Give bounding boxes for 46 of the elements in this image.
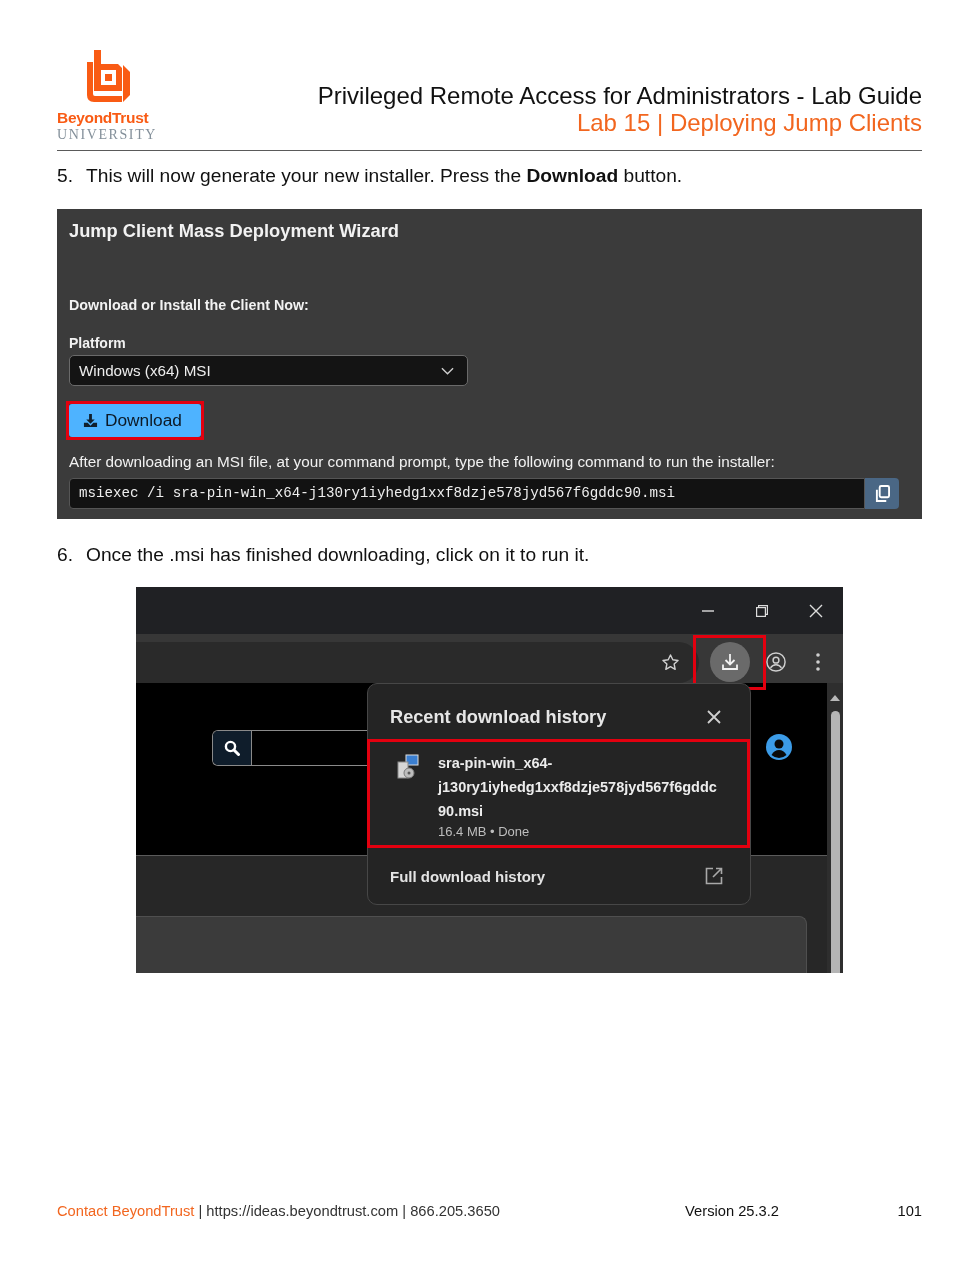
file-name: sra-pin-win_x64-j130ry1iyhedg1xxf8dzje578jyd567f6gddc90.msi (438, 754, 718, 821)
close-button[interactable] (707, 709, 721, 724)
download-icon (719, 652, 740, 672)
download-button[interactable]: Download (69, 404, 201, 437)
close-icon (707, 709, 721, 724)
kebab-menu-icon[interactable] (816, 653, 820, 671)
step-text: Once the .msi has finished downloading, click on it to run it. (86, 543, 590, 567)
chevron-down-icon (441, 366, 454, 375)
step-text: This will now generate your new installer. Press the Download button. (86, 164, 683, 188)
file-status: 16.4 MB • Done (438, 824, 531, 840)
search-button[interactable] (213, 731, 252, 765)
open-external-icon (705, 867, 723, 885)
section-label: Download or Install the Client Now: (69, 297, 309, 313)
installer-icon (397, 754, 419, 780)
download-item[interactable]: sra-pin-win_x64-j130ry1iyhedg1xxf8dzje578jyd567f6gddc90.msi 16.4 MB • Done (367, 739, 750, 848)
page-number: 101 (896, 1203, 922, 1219)
user-avatar-icon[interactable] (766, 734, 792, 760)
search-icon (224, 740, 240, 756)
instruction-text: After downloading an MSI file, at your command prompt, type the following command to run the installer: (69, 453, 775, 471)
restore-icon (756, 604, 768, 617)
logo-brand: BeyondTrust (57, 109, 149, 127)
step-number: 5. (57, 164, 74, 188)
step-number: 6. (57, 543, 74, 567)
copy-icon (874, 485, 890, 502)
scroll-up-icon[interactable] (830, 695, 840, 701)
panel-title: Recent download history (390, 705, 607, 728)
downloads-button[interactable] (709, 642, 750, 682)
platform-select[interactable]: Windows (x64) MSI (69, 355, 468, 386)
lab-subtitle: Lab 15 | Deploying Jump Clients (576, 110, 922, 136)
minimize-icon (702, 609, 714, 612)
search-field[interactable] (212, 730, 367, 766)
logo-icon (87, 50, 131, 103)
star-icon[interactable] (661, 652, 680, 672)
command-field[interactable]: msiexec /i sra-pin-win_x64-j130ry1iyhedg1xxf8dzje578jyd567f6gddc90.msi (69, 478, 865, 509)
wizard-title: Jump Client Mass Deployment Wizard (69, 221, 399, 241)
logo-tagline: UNIVERSITY (57, 127, 157, 143)
copy-button[interactable] (865, 478, 899, 509)
document-title: Privileged Remote Access for Administrators - Lab Guide (317, 83, 922, 109)
profile-icon[interactable] (766, 652, 786, 672)
full-history-link[interactable]: Full download history (368, 848, 750, 904)
contact-details: | https://ideas.beyondtrust.com | 866.205.3650 (198, 1203, 500, 1219)
close-icon (809, 603, 823, 618)
scrollbar-thumb[interactable] (830, 711, 840, 973)
field-label: Platform (69, 335, 126, 351)
download-icon (83, 413, 98, 428)
version-label: Version 25.3.2 (685, 1203, 779, 1219)
